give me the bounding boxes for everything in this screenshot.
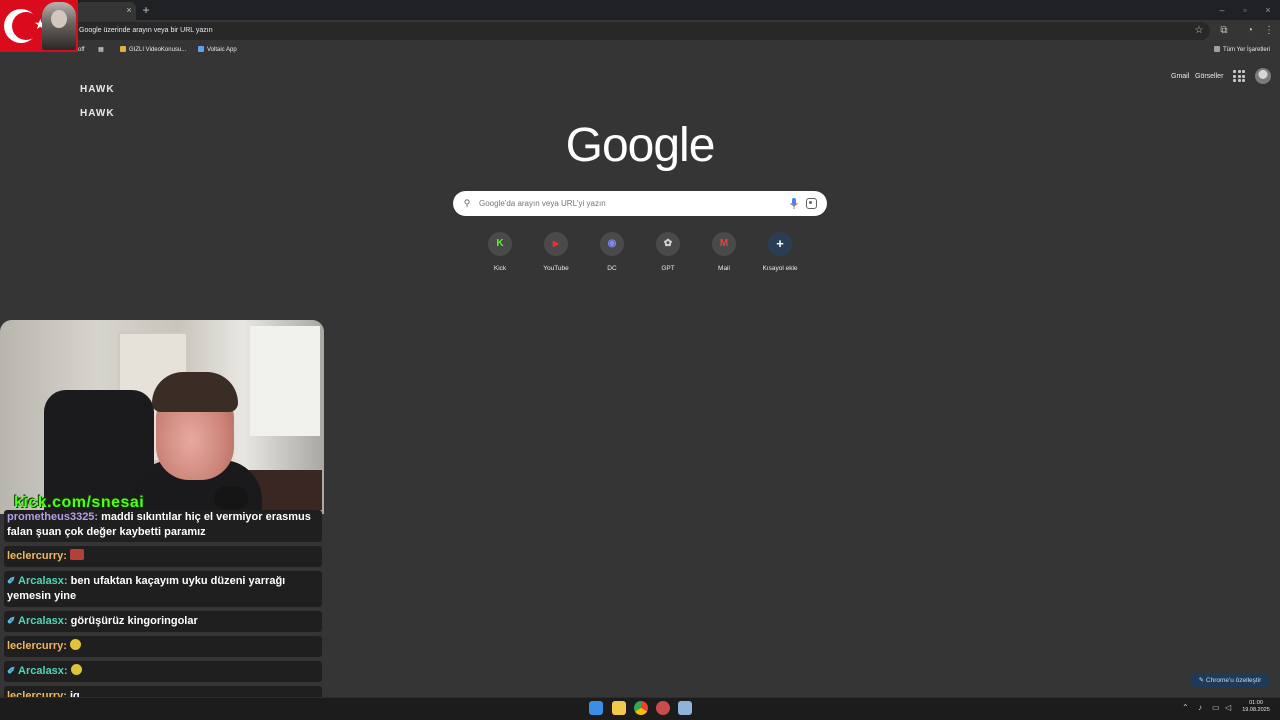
pencil-icon: ✎ — [1198, 677, 1206, 684]
chair-logo-text: HAWK — [80, 108, 115, 119]
portrait-image — [42, 2, 76, 50]
shortcut-label: Mail — [718, 265, 730, 272]
clock-time: 01:00 — [1249, 700, 1263, 706]
add-shortcut-button[interactable]: + Kısayol ekle — [752, 232, 808, 276]
extensions-icon[interactable]: ⧉ — [1218, 25, 1230, 37]
chat-username: prometheus3325: — [7, 511, 99, 523]
all-bookmarks[interactable]: Tüm Yer İşaretleri — [1214, 45, 1270, 55]
webcam-window — [250, 326, 320, 436]
minimize-button[interactable]: – — [1215, 3, 1229, 17]
steam-icon[interactable] — [678, 701, 692, 715]
chat-username: Arcalasx: — [18, 575, 68, 587]
tray-expand-icon[interactable]: ⌃ — [1182, 703, 1189, 713]
customize-label: Chrome'u özelleştir — [1205, 677, 1262, 684]
tab-close-icon[interactable]: × — [124, 4, 134, 16]
shortcut-label: Kısayol ekle — [762, 265, 798, 272]
network-icon[interactable]: ▭ — [1212, 703, 1220, 713]
taskbar-clock[interactable]: 01:00 19.08.2025 — [1238, 700, 1274, 714]
chat-message: ✐ Arcalasx: — [4, 661, 322, 682]
google-lens-icon[interactable] — [806, 198, 817, 209]
chat-message: leclercurry: — [4, 546, 322, 567]
shortcut-label: DC — [607, 265, 617, 272]
new-tab-button[interactable]: + — [140, 3, 152, 17]
bookmark-gizli[interactable]: GIZLI VideoKonusu... — [120, 45, 186, 55]
bookmark-label: GIZLI VideoKonusu... — [129, 47, 187, 53]
chat-username: leclercurry: — [7, 550, 67, 562]
google-logo: Google — [565, 119, 716, 172]
windows-start-icon[interactable] — [589, 701, 603, 715]
add-shortcut-icon: + — [776, 236, 784, 251]
profile-icon[interactable]: ◔ — [1244, 25, 1256, 37]
shortcut-label: Kick — [493, 265, 507, 272]
apps-grid-icon[interactable]: ▦ — [96, 45, 106, 55]
bookmark-label: Voltaic App — [207, 47, 237, 53]
folder-icon — [120, 46, 126, 52]
microphone-tray-icon[interactable]: ♪ — [1198, 703, 1202, 713]
screen: × + – ▫ × Google üzerinde arayın veya bi… — [0, 0, 1280, 720]
openai-icon: ✿ — [663, 238, 673, 249]
chat-message: prometheus3325: maddi sıkıntılar hiç el … — [4, 510, 322, 542]
bookmark-voltaic[interactable]: Voltaic App — [198, 45, 237, 55]
address-bar-text: Google üzerinde arayın veya bir URL yazı… — [79, 27, 213, 34]
folder-icon — [1214, 46, 1220, 52]
webcam-overlay — [0, 320, 324, 514]
bookmarks-bar — [0, 42, 1280, 58]
file-explorer-icon[interactable] — [612, 701, 626, 715]
address-bar[interactable] — [70, 22, 1210, 40]
pin-icon: ✐ — [7, 616, 16, 627]
shortcut-label: YouTube — [543, 265, 569, 272]
volume-icon[interactable]: ◁ — [1225, 703, 1231, 713]
search-placeholder: Google'da arayın veya URL'yi yazın — [479, 199, 606, 208]
shortcut-gpt[interactable]: ✿ GPT — [640, 232, 696, 276]
bookmark-star-icon[interactable]: ☆ — [1193, 25, 1205, 37]
pin-icon: ✐ — [7, 666, 16, 677]
chat-username: Arcalasx: — [18, 615, 68, 627]
chat-text: görüşürüz kingoringolar — [67, 615, 198, 627]
shortcut-youtube[interactable]: ▶ YouTube — [528, 232, 584, 276]
maximize-button[interactable]: ▫ — [1238, 3, 1252, 17]
chat-message: ✐ Arcalasx: görüşürüz kingoringolar — [4, 611, 322, 632]
google-apps-icon[interactable] — [1233, 70, 1245, 82]
kick-icon: K — [496, 238, 504, 249]
emote-icon — [70, 664, 82, 675]
chrome-alt-icon[interactable] — [656, 701, 670, 715]
customize-chrome-button[interactable]: ✎ Chrome'u özelleştir — [1190, 673, 1270, 688]
shortcut-dc[interactable]: ◉ DC — [584, 232, 640, 276]
bookmark-off[interactable]: off — [78, 45, 85, 55]
chrome-icon[interactable] — [634, 701, 648, 715]
chat-message: leclercurry: — [4, 636, 322, 657]
account-avatar[interactable] — [1255, 68, 1271, 84]
gmail-link[interactable]: Gmail — [1171, 72, 1189, 82]
shortcut-kick[interactable]: K Kick — [472, 232, 528, 276]
youtube-icon: ▶ — [552, 239, 560, 248]
all-bookmarks-label: Tüm Yer İşaretleri — [1223, 47, 1271, 53]
emote-icon — [70, 549, 84, 560]
close-window-button[interactable]: × — [1261, 3, 1275, 17]
turkish-flag-overlay: ★ — [0, 0, 78, 52]
microphone-icon[interactable] — [789, 198, 799, 209]
chat-username: Arcalasx: — [18, 665, 68, 677]
microphone-shape — [214, 486, 248, 510]
chat-message: ✐ Arcalasx: ben ufaktan kaçayım uyku düz… — [4, 571, 322, 607]
bookmark-label: off — [78, 47, 85, 53]
gmail-icon: M — [719, 238, 729, 249]
images-link[interactable]: Görseller — [1195, 72, 1223, 82]
search-icon: ⚲ — [463, 198, 471, 208]
chat-username: leclercurry: — [7, 640, 67, 652]
shortcut-label: GPT — [661, 265, 675, 272]
menu-icon[interactable]: ⋮ — [1263, 25, 1275, 37]
clock-date: 19.08.2025 — [1242, 707, 1270, 713]
pin-icon: ✐ — [7, 576, 16, 587]
discord-icon: ◉ — [607, 238, 617, 249]
emote-icon — [70, 639, 81, 650]
chair-logo-text: HAWK — [80, 84, 115, 95]
voltaic-icon — [198, 46, 204, 52]
tab-strip — [0, 0, 1280, 20]
streamer-hair — [152, 372, 238, 412]
shortcut-mail[interactable]: M Mail — [696, 232, 752, 276]
